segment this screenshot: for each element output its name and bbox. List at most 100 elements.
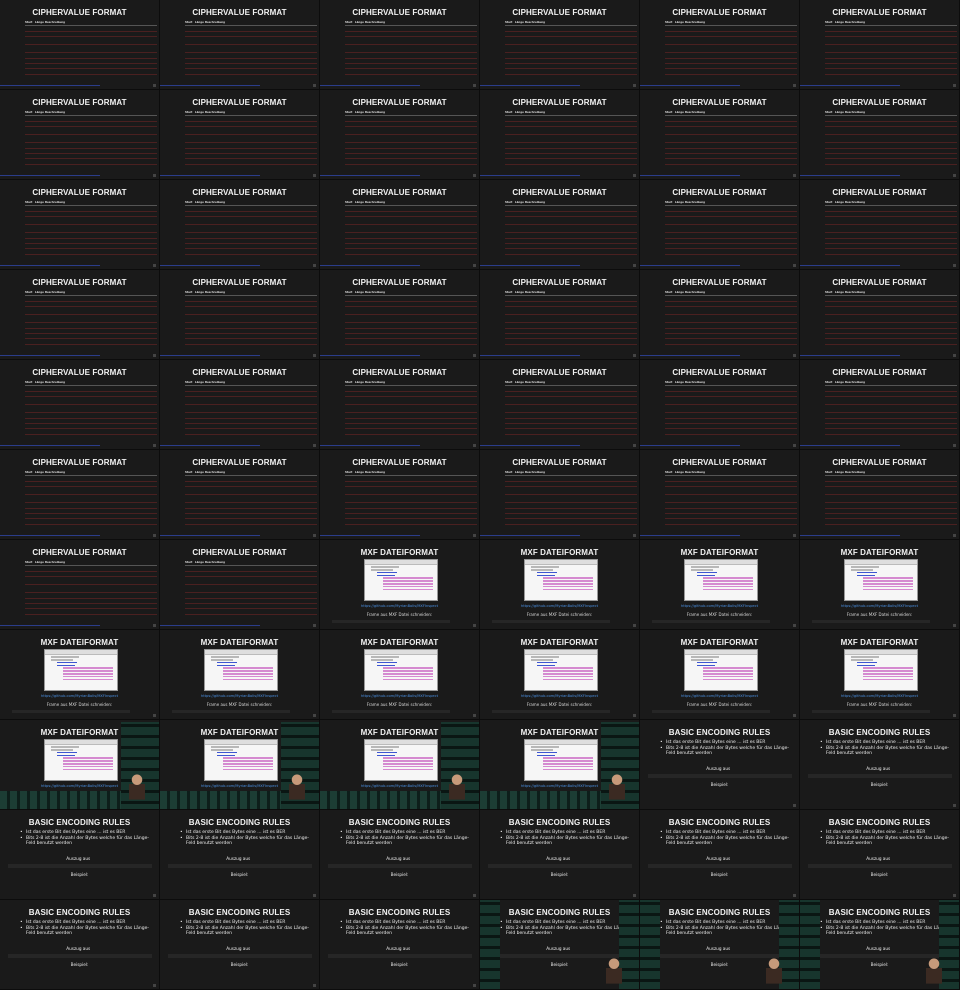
progress-line (160, 175, 260, 176)
column-beschreibung: Beschreibung (845, 21, 865, 24)
slide-thumbnail[interactable]: MXF DATEIFORMAT https://github.com/Myria… (480, 720, 640, 810)
cipher-format-table: Start Länge Beschreibung (345, 21, 477, 75)
slide-thumbnail[interactable]: BASIC ENCODING RULES Ist das erste Bit d… (320, 810, 480, 900)
slide-thumbnail[interactable]: BASIC ENCODING RULES Ist das erste Bit d… (640, 720, 800, 810)
table-row (345, 339, 477, 345)
slide-thumbnail[interactable]: CIPHERVALUE FORMAT Start Länge Beschreib… (800, 0, 960, 90)
slide-thumbnail[interactable]: CIPHERVALUE FORMAT Start Länge Beschreib… (160, 270, 320, 360)
slide-thumbnail[interactable]: CIPHERVALUE FORMAT Start Länge Beschreib… (0, 540, 160, 630)
github-link[interactable]: https://github.com/MyrianBolis/MXFInspec… (320, 604, 479, 608)
column-start: Start (25, 201, 33, 204)
cipher-format-table: Start Länge Beschreibung (825, 291, 957, 345)
cipher-format-table: Start Länge Beschreibung (345, 291, 477, 345)
slide-thumbnail[interactable]: BASIC ENCODING RULES Ist das erste Bit d… (800, 810, 960, 900)
column-beschreibung: Beschreibung (365, 111, 385, 114)
slide-thumbnail[interactable]: CIPHERVALUE FORMAT Start Länge Beschreib… (160, 0, 320, 90)
slide-thumbnail[interactable]: CIPHERVALUE FORMAT Start Länge Beschreib… (160, 180, 320, 270)
slide-thumbnail[interactable]: CIPHERVALUE FORMAT Start Länge Beschreib… (0, 360, 160, 450)
slide-thumbnail[interactable]: MXF DATEIFORMAT https://github.com/Myria… (0, 630, 160, 720)
slide-thumbnail[interactable]: MXF DATEIFORMAT https://github.com/Myria… (320, 720, 480, 810)
slide-thumbnail[interactable]: CIPHERVALUE FORMAT Start Länge Beschreib… (800, 450, 960, 540)
slide-thumbnail[interactable]: CIPHERVALUE FORMAT Start Länge Beschreib… (320, 360, 480, 450)
slide-thumbnail[interactable]: MXF DATEIFORMAT https://github.com/Myria… (320, 540, 480, 630)
slide-thumbnail[interactable]: CIPHERVALUE FORMAT Start Länge Beschreib… (0, 180, 160, 270)
column-laenge: Länge (35, 21, 44, 24)
slide-thumbnail[interactable]: CIPHERVALUE FORMAT Start Länge Beschreib… (160, 90, 320, 180)
slide-thumbnail[interactable]: BASIC ENCODING RULES Ist das erste Bit d… (480, 900, 640, 990)
table-row (505, 429, 637, 435)
slide-thumbnail[interactable]: BASIC ENCODING RULES Ist das erste Bit d… (640, 810, 800, 900)
slide-thumbnail[interactable]: CIPHERVALUE FORMAT Start Länge Beschreib… (640, 90, 800, 180)
slide-thumbnail[interactable]: CIPHERVALUE FORMAT Start Länge Beschreib… (320, 0, 480, 90)
slide-thumbnail[interactable]: BASIC ENCODING RULES Ist das erste Bit d… (320, 900, 480, 990)
slide-thumbnail[interactable]: CIPHERVALUE FORMAT Start Länge Beschreib… (160, 450, 320, 540)
github-link[interactable]: https://github.com/MyrianBolis/MXFInspec… (800, 604, 959, 608)
progress-line (640, 175, 740, 176)
slide-thumbnail[interactable]: CIPHERVALUE FORMAT Start Länge Beschreib… (480, 180, 640, 270)
slide-thumbnail[interactable]: MXF DATEIFORMAT https://github.com/Myria… (800, 540, 960, 630)
slide-indicator (473, 174, 476, 177)
github-link[interactable]: https://github.com/MyrianBolis/MXFInspec… (480, 604, 639, 608)
slide-thumbnail[interactable]: BASIC ENCODING RULES Ist das erste Bit d… (0, 900, 160, 990)
github-link[interactable]: https://github.com/MyrianBolis/MXFInspec… (640, 604, 799, 608)
github-link[interactable]: https://github.com/MyrianBolis/MXFInspec… (320, 694, 479, 698)
column-laenge: Länge (675, 111, 684, 114)
progress-line (160, 355, 260, 356)
slide-thumbnail[interactable]: MXF DATEIFORMAT https://github.com/Myria… (640, 630, 800, 720)
slide-thumbnail[interactable]: CIPHERVALUE FORMAT Start Länge Beschreib… (0, 90, 160, 180)
slide-thumbnail[interactable]: MXF DATEIFORMAT https://github.com/Myria… (0, 720, 160, 810)
slide-thumbnail[interactable]: MXF DATEIFORMAT https://github.com/Myria… (480, 630, 640, 720)
slide-thumbnail[interactable]: CIPHERVALUE FORMAT Start Länge Beschreib… (480, 0, 640, 90)
slide-title: CIPHERVALUE FORMAT (192, 548, 287, 557)
slide-thumbnail[interactable]: BASIC ENCODING RULES Ist das erste Bit d… (800, 900, 960, 990)
slide-thumbnail[interactable]: CIPHERVALUE FORMAT Start Länge Beschreib… (0, 450, 160, 540)
slide-title: CIPHERVALUE FORMAT (512, 8, 607, 17)
slide-thumbnail[interactable]: CIPHERVALUE FORMAT Start Länge Beschreib… (800, 180, 960, 270)
slide-thumbnail[interactable]: CIPHERVALUE FORMAT Start Länge Beschreib… (640, 0, 800, 90)
slide-thumbnail[interactable]: CIPHERVALUE FORMAT Start Länge Beschreib… (640, 360, 800, 450)
slide-thumbnail[interactable]: CIPHERVALUE FORMAT Start Länge Beschreib… (0, 0, 160, 90)
slide-thumbnail[interactable]: CIPHERVALUE FORMAT Start Länge Beschreib… (480, 450, 640, 540)
github-link[interactable]: https://github.com/MyrianBolis/MXFInspec… (0, 694, 159, 698)
github-link[interactable]: https://github.com/MyrianBolis/MXFInspec… (640, 694, 799, 698)
slide-thumbnail[interactable]: CIPHERVALUE FORMAT Start Länge Beschreib… (320, 450, 480, 540)
slide-indicator (313, 534, 316, 537)
slide-thumbnail[interactable]: CIPHERVALUE FORMAT Start Länge Beschreib… (640, 450, 800, 540)
table-row (505, 159, 637, 165)
slide-thumbnail[interactable]: CIPHERVALUE FORMAT Start Länge Beschreib… (480, 270, 640, 360)
slide-thumbnail[interactable]: CIPHERVALUE FORMAT Start Länge Beschreib… (320, 90, 480, 180)
slide-thumbnail[interactable]: MXF DATEIFORMAT https://github.com/Myria… (640, 540, 800, 630)
progress-line (480, 535, 580, 536)
slide-thumbnail[interactable]: MXF DATEIFORMAT https://github.com/Myria… (320, 630, 480, 720)
slide-thumbnail[interactable]: BASIC ENCODING RULES Ist das erste Bit d… (0, 810, 160, 900)
slide-thumbnail[interactable]: MXF DATEIFORMAT https://github.com/Myria… (160, 720, 320, 810)
slide-thumbnail[interactable]: CIPHERVALUE FORMAT Start Länge Beschreib… (640, 180, 800, 270)
slide-thumbnail[interactable]: CIPHERVALUE FORMAT Start Länge Beschreib… (480, 90, 640, 180)
slide-title: CIPHERVALUE FORMAT (32, 458, 127, 467)
auszug-label: Auszug aus (66, 856, 91, 861)
column-laenge: Länge (515, 201, 524, 204)
slide-thumbnail[interactable]: CIPHERVALUE FORMAT Start Länge Beschreib… (320, 180, 480, 270)
slide-thumbnail[interactable]: CIPHERVALUE FORMAT Start Länge Beschreib… (640, 270, 800, 360)
slide-indicator (153, 984, 156, 987)
slide-thumbnail[interactable]: CIPHERVALUE FORMAT Start Länge Beschreib… (800, 360, 960, 450)
slide-thumbnail[interactable]: MXF DATEIFORMAT https://github.com/Myria… (800, 630, 960, 720)
slide-thumbnail[interactable]: BASIC ENCODING RULES Ist das erste Bit d… (800, 720, 960, 810)
slide-thumbnail[interactable]: MXF DATEIFORMAT https://github.com/Myria… (480, 540, 640, 630)
slide-thumbnail[interactable]: CIPHERVALUE FORMAT Start Länge Beschreib… (160, 360, 320, 450)
slide-subtitle: Frame aus MXF Datei schneiden: (686, 702, 753, 707)
slide-thumbnail[interactable]: BASIC ENCODING RULES Ist das erste Bit d… (160, 810, 320, 900)
slide-thumbnail[interactable]: CIPHERVALUE FORMAT Start Länge Beschreib… (0, 270, 160, 360)
github-link[interactable]: https://github.com/MyrianBolis/MXFInspec… (160, 694, 319, 698)
github-link[interactable]: https://github.com/MyrianBolis/MXFInspec… (800, 694, 959, 698)
slide-thumbnail[interactable]: CIPHERVALUE FORMAT Start Länge Beschreib… (800, 90, 960, 180)
slide-thumbnail[interactable]: BASIC ENCODING RULES Ist das erste Bit d… (160, 900, 320, 990)
slide-thumbnail[interactable]: MXF DATEIFORMAT https://github.com/Myria… (160, 630, 320, 720)
slide-thumbnail[interactable]: BASIC ENCODING RULES Ist das erste Bit d… (480, 810, 640, 900)
slide-thumbnail[interactable]: BASIC ENCODING RULES Ist das erste Bit d… (640, 900, 800, 990)
slide-thumbnail[interactable]: CIPHERVALUE FORMAT Start Länge Beschreib… (800, 270, 960, 360)
github-link[interactable]: https://github.com/MyrianBolis/MXFInspec… (480, 694, 639, 698)
slide-thumbnail[interactable]: CIPHERVALUE FORMAT Start Länge Beschreib… (160, 540, 320, 630)
slide-thumbnail[interactable]: CIPHERVALUE FORMAT Start Länge Beschreib… (480, 360, 640, 450)
slide-thumbnail[interactable]: CIPHERVALUE FORMAT Start Länge Beschreib… (320, 270, 480, 360)
